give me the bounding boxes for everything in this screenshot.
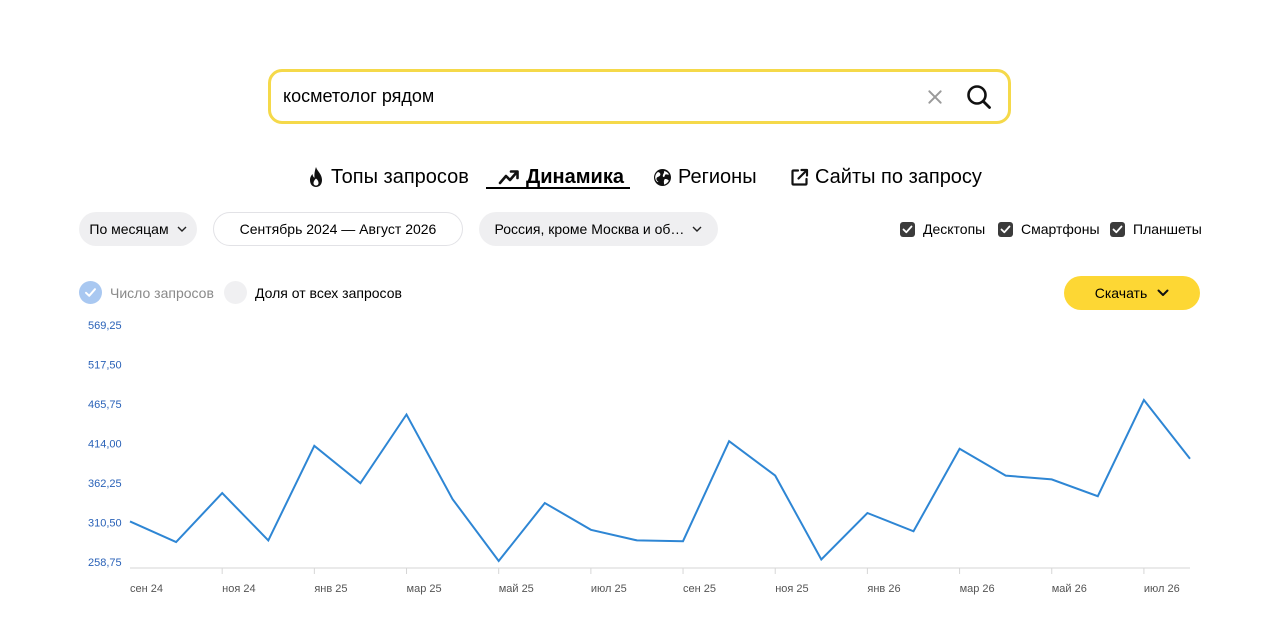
download-button[interactable]: Скачать: [1064, 276, 1200, 310]
date-range-label: Сентябрь 2024 — Август 2026: [239, 221, 437, 237]
metric-option-share[interactable]: Доля от всех запросов: [224, 281, 402, 304]
checkbox-checked-icon: [1110, 221, 1125, 237]
download-button-label: Скачать: [1094, 285, 1148, 301]
tabs: Топы запросов Динамика Регионы Сайты по …: [0, 160, 1280, 200]
x-tick-label: мар 26: [960, 583, 995, 595]
y-tick-label: 362,25: [88, 478, 122, 490]
region-select-label: Россия, кроме Москва и об…: [494, 221, 685, 237]
tab-regions[interactable]: Регионы: [653, 160, 757, 194]
active-tab-indicator: [486, 187, 630, 189]
radio-unchecked-icon: [224, 281, 247, 304]
y-tick-label: 310,50: [88, 518, 122, 530]
x-tick-label: янв 26: [867, 583, 900, 595]
metric-share-label: Доля от всех запросов: [255, 284, 402, 301]
y-tick-label: 569,25: [88, 320, 122, 332]
search-input[interactable]: [271, 72, 924, 121]
metric-option-count[interactable]: Число запросов: [79, 281, 214, 304]
x-tick-label: сен 24: [130, 583, 163, 595]
checkbox-checked-icon: [998, 221, 1013, 237]
chevron-down-icon: [692, 226, 702, 232]
radio-checked-icon: [79, 281, 102, 304]
device-label: Смартфоны: [1021, 221, 1100, 237]
x-tick-label: май 25: [499, 583, 534, 595]
granularity-select-label: По месяцам: [89, 221, 169, 237]
clear-icon[interactable]: [924, 86, 946, 108]
metric-count-label: Число запросов: [110, 284, 214, 301]
trend-up-icon: [498, 170, 519, 185]
tab-regions-label: Регионы: [678, 165, 757, 188]
tab-sites[interactable]: Сайты по запросу: [790, 160, 982, 194]
device-label: Планшеты: [1133, 221, 1202, 237]
series-line: [129, 398, 1191, 563]
x-tick-label: ноя 25: [775, 583, 808, 595]
x-tick-label: июл 26: [1144, 583, 1180, 595]
tab-top-queries[interactable]: Топы запросов: [307, 160, 469, 194]
search-button[interactable]: [964, 82, 994, 112]
x-tick-label: сен 25: [683, 583, 716, 595]
checkbox-checked-icon: [900, 221, 915, 237]
device-checkbox-tablet[interactable]: Планшеты: [1110, 221, 1202, 237]
y-tick-label: 465,75: [88, 399, 122, 411]
x-tick-label: мар 25: [407, 583, 442, 595]
x-tick-label: май 26: [1052, 583, 1087, 595]
x-tick-label: янв 25: [314, 583, 347, 595]
region-select[interactable]: Россия, кроме Москва и об…: [479, 212, 718, 246]
x-tick-label: ноя 24: [222, 583, 255, 595]
device-label: Десктопы: [923, 221, 986, 237]
search-icon: [967, 84, 991, 109]
date-range-picker[interactable]: Сентябрь 2024 — Август 2026: [213, 212, 463, 246]
tab-dynamics-label: Динамика: [526, 165, 624, 188]
fire-icon: [310, 167, 322, 187]
x-tick-label: июл 25: [591, 583, 627, 595]
y-tick-label: 517,50: [88, 360, 122, 372]
tab-sites-label: Сайты по запросу: [815, 165, 982, 188]
chevron-down-icon: [177, 226, 187, 232]
chevron-down-icon: [1157, 289, 1169, 296]
device-checkbox-smartphone[interactable]: Смартфоны: [998, 221, 1100, 237]
device-checkbox-desktop[interactable]: Десктопы: [900, 221, 985, 237]
wordstat-page: Топы запросов Динамика Регионы: [0, 0, 1280, 617]
granularity-select[interactable]: По месяцам: [79, 212, 197, 246]
tab-top-queries-label: Топы запросов: [331, 165, 469, 188]
external-link-icon: [791, 168, 809, 186]
y-tick-label: 414,00: [88, 439, 122, 451]
dynamics-line-chart: 569,25 517,50 465,75 414,00 362,25 310,50 258,…: [88, 320, 1191, 595]
y-tick-label: 258,75: [88, 557, 122, 569]
search-bar: [268, 69, 1011, 124]
globe-icon: [654, 168, 671, 186]
